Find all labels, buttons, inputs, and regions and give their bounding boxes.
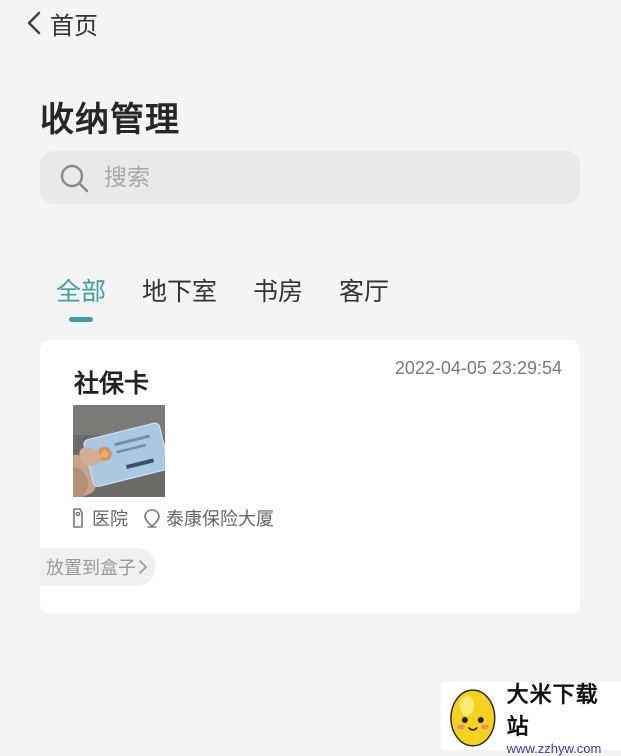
watermark-text: 大米下载站 www.zzhyw.com — [507, 677, 621, 756]
tab-living-room[interactable]: 客厅 — [339, 272, 389, 322]
page-title: 收纳管理 — [40, 100, 180, 140]
rice-mascot-logo — [450, 689, 496, 747]
put-in-box-label: 放置到盒子 — [46, 558, 136, 579]
search-bar[interactable] — [40, 151, 580, 204]
put-in-box-button[interactable]: 放置到盒子 — [40, 548, 156, 586]
tab-label: 全部 — [56, 277, 107, 306]
search-icon — [60, 164, 89, 192]
item-location: 泰康保险大厦 — [166, 509, 274, 530]
item-card[interactable]: 社保卡 2022-04-05 23:29:54 医院 泰康保险大厦 放置到盒子 — [40, 340, 580, 613]
item-name: 社保卡 — [74, 369, 150, 398]
site-watermark: 大米下载站 www.zzhyw.com — [441, 682, 621, 756]
back-button[interactable]: 首页 — [24, 6, 98, 40]
social-security-card-photo — [73, 405, 165, 497]
tab-label: 客厅 — [339, 277, 390, 306]
tab-all[interactable]: 全部 — [56, 272, 106, 322]
tab-label: 书房 — [253, 277, 304, 306]
item-meta: 医院 泰康保险大厦 — [68, 505, 288, 531]
item-photo[interactable] — [73, 405, 165, 497]
location-pin-icon — [144, 509, 160, 528]
search-input[interactable] — [102, 163, 546, 192]
chevron-left-icon — [27, 11, 41, 35]
active-tab-indicator — [69, 317, 93, 322]
item-timestamp: 2022-04-05 23:29:54 — [394, 358, 562, 378]
watermark-title: 大米下载站 — [506, 682, 599, 740]
chevron-right-icon — [139, 560, 147, 574]
back-label: 首页 — [50, 11, 98, 40]
item-room: 医院 — [92, 509, 128, 530]
tab-basement[interactable]: 地下室 — [142, 272, 217, 322]
tag-icon — [73, 508, 83, 528]
watermark-url: www.zzhyw.com — [506, 740, 602, 756]
category-tabs: 全部 地下室 书房 客厅 — [56, 272, 425, 322]
tab-study[interactable]: 书房 — [253, 272, 303, 322]
tab-label: 地下室 — [142, 277, 218, 306]
